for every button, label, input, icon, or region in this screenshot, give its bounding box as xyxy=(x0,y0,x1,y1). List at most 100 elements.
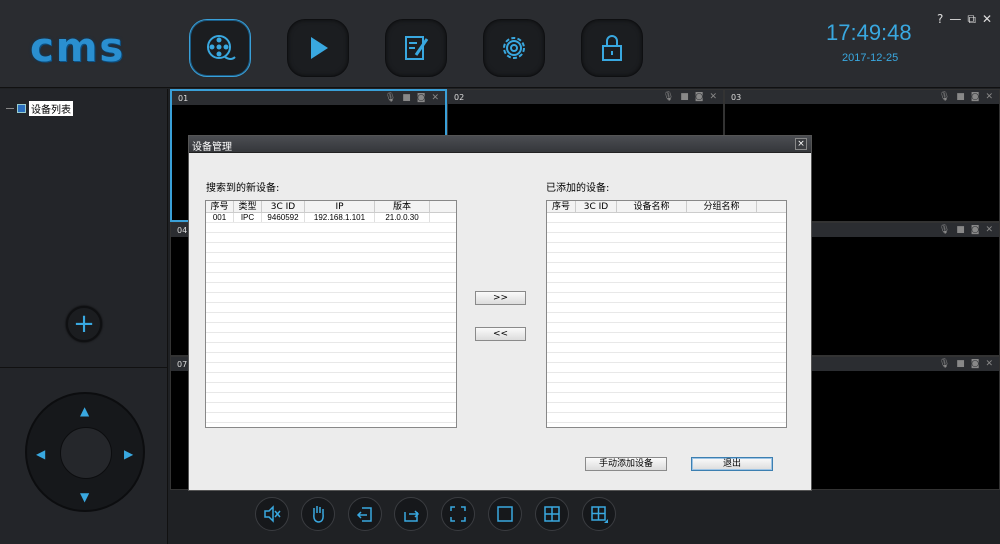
mute-button[interactable] xyxy=(255,497,289,531)
live-view-nav-button[interactable] xyxy=(189,19,251,77)
close-icon[interactable]: ✕ xyxy=(431,93,439,103)
video-cell-number: 02 xyxy=(454,92,465,102)
column-header[interactable]: 3C ID xyxy=(262,201,305,212)
column-header[interactable]: 类型 xyxy=(234,201,262,212)
gear-icon xyxy=(503,37,525,59)
ptz-left-arrow-icon[interactable]: ◀ xyxy=(36,447,45,461)
video-cell-icons: 🎙 ■ ◙ ✕ xyxy=(385,93,439,103)
import-button[interactable] xyxy=(348,497,382,531)
snapshot-icon[interactable]: ◙ xyxy=(971,225,980,235)
add-selected-button[interactable]: >> xyxy=(475,291,526,305)
video-cell-icons: 🎙 ■ ◙ ✕ xyxy=(939,92,993,102)
top-header: cms 17:49:48 2017-12-25 ? — ⧉ ✕ xyxy=(0,0,1000,88)
snapshot-icon[interactable]: ◙ xyxy=(971,359,980,369)
video-cell-toolbar: 01 🎙 ■ ◙ ✕ xyxy=(172,91,445,105)
video-cell-icons: 🎙 ■ ◙ ✕ xyxy=(939,359,993,369)
table-cell: 192.168.1.101 xyxy=(305,213,375,222)
ptz-down-arrow-icon[interactable]: ▼ xyxy=(80,490,89,504)
record-icon[interactable]: ■ xyxy=(956,92,965,102)
dialog-titlebar[interactable]: 设备管理 × xyxy=(189,136,811,153)
exit-button[interactable]: 退出 xyxy=(691,457,773,471)
close-icon[interactable]: ✕ xyxy=(985,359,993,369)
minimize-button[interactable]: — xyxy=(949,12,961,27)
log-nav-button[interactable] xyxy=(385,19,447,77)
mic-icon[interactable]: 🎙 xyxy=(663,92,674,102)
snapshot-icon[interactable]: ◙ xyxy=(417,93,426,103)
export-icon xyxy=(404,510,420,522)
lock-nav-button[interactable] xyxy=(581,19,643,77)
record-icon[interactable]: ■ xyxy=(402,93,411,103)
table-row[interactable]: 001 IPC 9460592 192.168.1.101 21.0.0.30 xyxy=(206,213,456,223)
video-cell-icons: 🎙 ■ ◙ ✕ xyxy=(663,92,717,102)
export-button[interactable] xyxy=(394,497,428,531)
fullscreen-button[interactable] xyxy=(441,497,475,531)
column-header[interactable]: 3C ID xyxy=(576,201,617,212)
added-devices-table[interactable]: 序号 3C ID 设备名称 分组名称 xyxy=(546,200,787,428)
clock-date: 2017-12-25 xyxy=(842,52,899,64)
fullscreen-icon xyxy=(450,506,466,522)
play-icon xyxy=(311,37,328,59)
layout-custom-icon xyxy=(591,506,608,523)
cms-logo: cms xyxy=(30,25,126,71)
dialog-close-button[interactable]: × xyxy=(795,138,807,150)
import-icon xyxy=(356,507,372,522)
device-group-icon xyxy=(17,104,26,113)
mic-icon[interactable]: 🎙 xyxy=(939,359,950,369)
video-cell-number: 03 xyxy=(731,92,742,102)
video-cell-toolbar: 02 🎙 ■ ◙ ✕ xyxy=(448,90,723,104)
snapshot-icon[interactable]: ◙ xyxy=(695,92,704,102)
window-controls: ? — ⧉ ✕ xyxy=(937,12,992,27)
record-icon[interactable]: ■ xyxy=(956,359,965,369)
ptz-control-pad: ▲ ▼ ◀ ▶ xyxy=(25,392,145,512)
hand-icon xyxy=(313,506,324,523)
search-devices-label: 搜索到的新设备: xyxy=(206,183,280,194)
playback-nav-button[interactable] xyxy=(287,19,349,77)
layout-custom-button[interactable] xyxy=(582,497,616,531)
empty-rows xyxy=(206,223,456,423)
sidebar-divider xyxy=(0,367,168,368)
layout-4-icon xyxy=(544,506,560,522)
device-tree-label[interactable]: 设备列表 xyxy=(29,101,73,116)
settings-nav-button[interactable] xyxy=(483,19,545,77)
column-header[interactable]: IP xyxy=(305,201,375,212)
edit-document-icon xyxy=(405,36,429,60)
column-header[interactable]: 版本 xyxy=(375,201,430,212)
mic-icon[interactable]: 🎙 xyxy=(385,93,396,103)
table-cell: IPC xyxy=(234,213,262,222)
restore-button[interactable]: ⧉ xyxy=(967,12,976,27)
mic-icon[interactable]: 🎙 xyxy=(939,225,950,235)
remove-selected-button[interactable]: << xyxy=(475,327,526,341)
column-header-spacer xyxy=(757,201,786,212)
layout-4-button[interactable] xyxy=(535,497,569,531)
search-devices-table[interactable]: 序号 类型 3C ID IP 版本 001 IPC 9460592 192.16… xyxy=(205,200,457,428)
record-icon[interactable]: ■ xyxy=(680,92,689,102)
manual-add-device-button[interactable]: 手动添加设备 xyxy=(585,457,667,471)
ptz-up-arrow-icon[interactable]: ▲ xyxy=(80,404,89,418)
hand-button[interactable] xyxy=(301,497,335,531)
mute-icon xyxy=(264,505,281,523)
snapshot-icon[interactable]: ◙ xyxy=(971,92,980,102)
record-icon[interactable]: ■ xyxy=(956,225,965,235)
tree-connector xyxy=(6,108,14,109)
close-icon[interactable]: ✕ xyxy=(985,92,993,102)
help-button[interactable]: ? xyxy=(937,12,943,27)
mic-icon[interactable]: 🎙 xyxy=(939,92,950,102)
column-header[interactable]: 分组名称 xyxy=(687,201,757,212)
layout-1-icon xyxy=(497,506,513,522)
column-header[interactable]: 序号 xyxy=(547,201,576,212)
lock-icon xyxy=(602,35,622,61)
close-icon[interactable]: ✕ xyxy=(709,92,717,102)
layout-1-button[interactable] xyxy=(488,497,522,531)
video-cell-toolbar: 03 🎙 ■ ◙ ✕ xyxy=(725,90,999,104)
added-devices-label: 已添加的设备: xyxy=(546,183,610,194)
add-device-button[interactable]: + xyxy=(66,306,102,342)
ptz-right-arrow-icon[interactable]: ▶ xyxy=(124,447,133,461)
column-header[interactable]: 序号 xyxy=(206,201,234,212)
table-cell: 001 xyxy=(206,213,234,222)
column-header[interactable]: 设备名称 xyxy=(617,201,687,212)
table-cell: 21.0.0.30 xyxy=(375,213,430,222)
device-tree-root[interactable]: 设备列表 xyxy=(6,101,73,116)
close-button[interactable]: ✕ xyxy=(982,12,992,27)
close-icon[interactable]: ✕ xyxy=(985,225,993,235)
ptz-center[interactable] xyxy=(60,427,112,479)
